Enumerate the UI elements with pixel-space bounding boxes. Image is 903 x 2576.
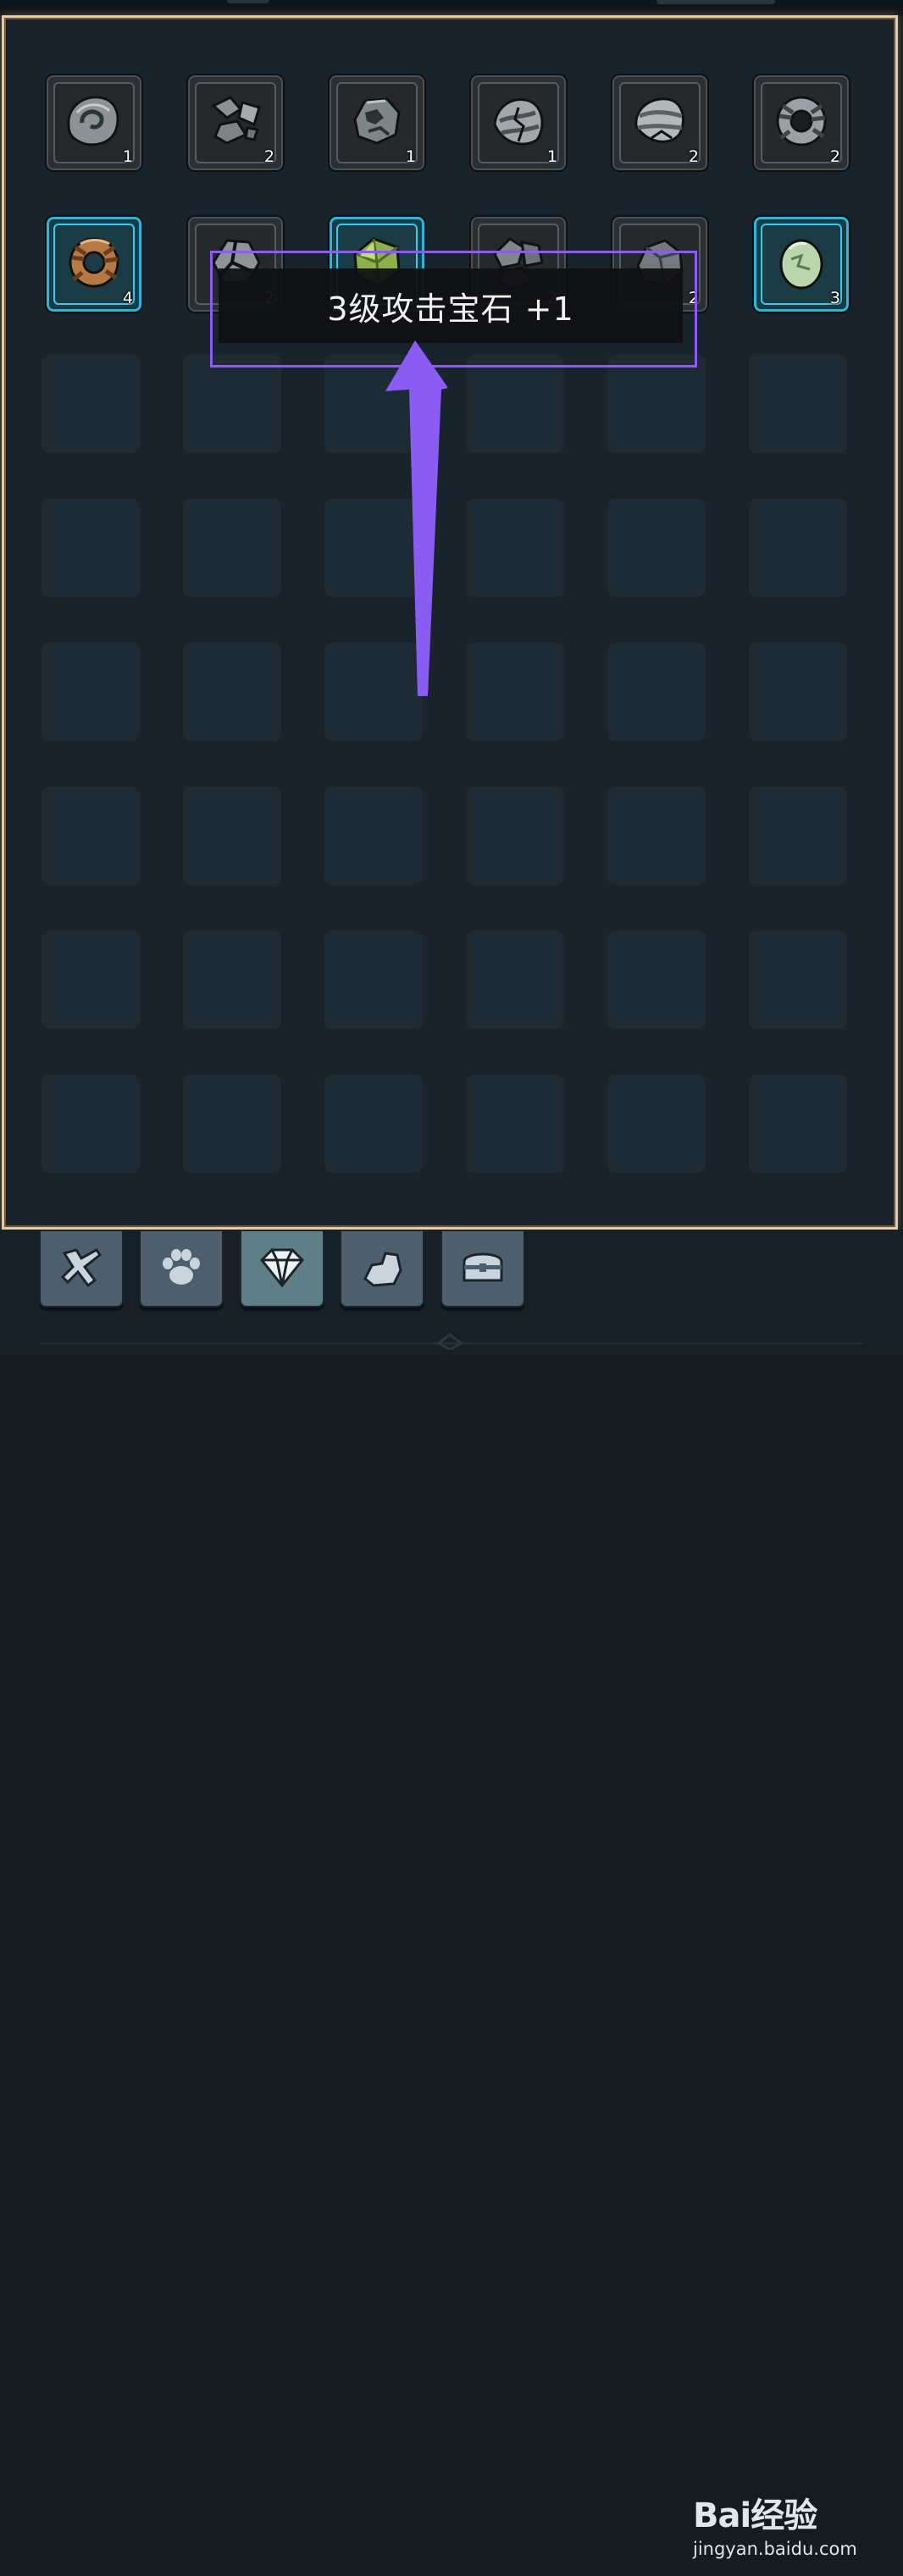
watermark-url: jingyan.baidu.com <box>693 2539 857 2559</box>
inventory-slot[interactable]: 3 <box>752 215 850 313</box>
gray-striped-pebble-gem-icon <box>634 97 684 143</box>
empty-slot[interactable] <box>183 787 281 885</box>
inventory-slot[interactable]: 1 <box>45 74 143 172</box>
jade-egg-gem-icon <box>779 239 823 290</box>
empty-slot[interactable] <box>42 643 140 741</box>
diamond-icon <box>259 1248 305 1288</box>
empty-slot[interactable] <box>607 787 706 885</box>
gray-swirl-gem-icon <box>67 96 119 146</box>
empty-slot[interactable] <box>607 499 706 597</box>
inventory-slot[interactable]: 1 <box>328 74 426 172</box>
empty-slot[interactable] <box>42 355 140 453</box>
top-bar-tab-edge <box>227 0 269 3</box>
empty-slot[interactable] <box>324 787 423 885</box>
top-bar <box>0 0 903 15</box>
item-count: 2 <box>829 147 840 166</box>
item-count: 4 <box>122 289 133 307</box>
item-count: 3 <box>829 289 840 307</box>
inventory-slot[interactable]: 1 <box>469 74 568 172</box>
empty-slot[interactable] <box>183 931 281 1029</box>
baidu-jingyan-watermark: Bai经验 jingyan.baidu.com <box>693 2483 862 2576</box>
empty-slot[interactable] <box>42 787 140 885</box>
inventory-slot[interactable]: 2 <box>752 74 850 172</box>
empty-slot[interactable] <box>324 1075 423 1173</box>
empty-slot[interactable] <box>324 931 423 1029</box>
inventory-slot[interactable]: 4 <box>45 215 143 313</box>
empty-slot[interactable] <box>466 643 564 741</box>
pointer-arrow-icon <box>385 340 448 696</box>
chest-icon <box>463 1252 503 1282</box>
empty-slot[interactable] <box>749 355 847 453</box>
tab-equipment[interactable] <box>39 1230 124 1307</box>
item-count: 2 <box>688 147 699 166</box>
item-count: 2 <box>263 147 274 166</box>
empty-slot[interactable] <box>183 355 281 453</box>
empty-slot[interactable] <box>183 499 281 597</box>
empty-slot[interactable] <box>42 499 140 597</box>
sword-icon <box>60 1248 102 1288</box>
brown-striped-ring-gem-icon <box>69 237 119 288</box>
item-count: 1 <box>122 147 133 166</box>
empty-slot[interactable] <box>183 1075 281 1173</box>
top-bar-button-edge <box>656 0 775 4</box>
rock-icon <box>363 1252 402 1287</box>
empty-slot[interactable] <box>607 355 706 453</box>
empty-slot[interactable] <box>607 1075 706 1173</box>
empty-slot[interactable] <box>466 1075 564 1173</box>
empty-slot[interactable] <box>42 1075 140 1173</box>
paw-icon <box>163 1249 200 1285</box>
empty-slot[interactable] <box>466 931 564 1029</box>
tab-gems[interactable] <box>240 1230 324 1307</box>
gray-crag-gem-icon <box>353 97 401 145</box>
tab-pets[interactable] <box>139 1230 224 1307</box>
item-count: 1 <box>405 147 416 166</box>
tab-chests[interactable] <box>440 1230 525 1307</box>
empty-slot[interactable] <box>749 643 847 741</box>
empty-slot[interactable] <box>749 499 847 597</box>
empty-slot[interactable] <box>607 931 706 1029</box>
inventory-slot[interactable]: 2 <box>611 74 709 172</box>
empty-slot[interactable] <box>749 931 847 1029</box>
tab-materials[interactable] <box>340 1230 424 1307</box>
divider-ornament-icon <box>437 1333 463 1350</box>
empty-slot[interactable] <box>749 1075 847 1173</box>
empty-slot[interactable] <box>466 499 564 597</box>
gray-striped-ring-gem-icon <box>776 96 827 146</box>
item-count: 1 <box>546 147 557 166</box>
empty-slot[interactable] <box>607 643 706 741</box>
empty-slot[interactable] <box>183 643 281 741</box>
gray-shard-gem-icon <box>211 96 261 145</box>
inventory-slot[interactable]: 2 <box>186 74 285 172</box>
watermark-logo: Bai经验 <box>693 2496 817 2535</box>
empty-slot[interactable] <box>42 931 140 1029</box>
empty-slot[interactable] <box>466 355 564 453</box>
empty-slot[interactable] <box>749 787 847 885</box>
empty-slot[interactable] <box>466 787 564 885</box>
gray-striped-cracked-gem-icon <box>493 98 544 146</box>
